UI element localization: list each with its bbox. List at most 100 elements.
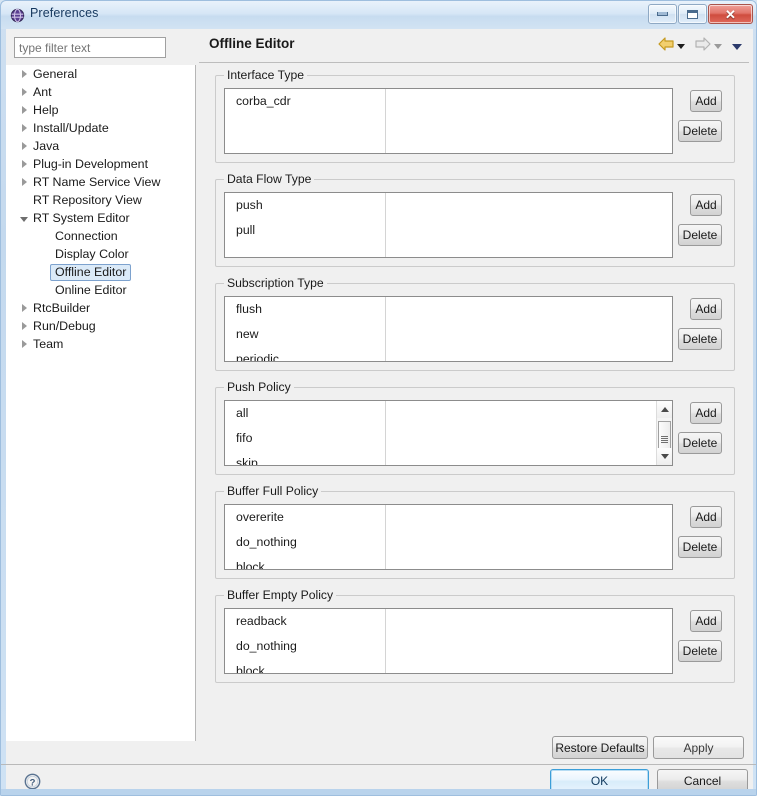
add-button[interactable]: Add [690,402,722,424]
sidebar-item-offline-editor[interactable]: Offline Editor [6,263,195,281]
dialog-body: General AntHelpInstall/UpdateJavaPlug-in … [6,29,753,764]
group-title: Data Flow Type [224,172,314,186]
sidebar-item-general[interactable]: General [6,65,195,83]
scroll-down-button[interactable] [657,448,672,465]
sidebar-item-label: RtcBuilder [32,301,90,315]
column-divider [385,505,386,569]
delete-button[interactable]: Delete [678,432,722,454]
grip-icon [661,436,668,443]
add-button[interactable]: Add [690,90,722,112]
add-button[interactable]: Add [690,194,722,216]
close-button[interactable]: ✕ [708,4,753,24]
chevron-right-icon[interactable] [16,106,32,114]
table-row[interactable]: readback [225,609,297,634]
chevron-right-icon[interactable] [16,70,32,78]
back-arrow-icon[interactable] [658,37,674,56]
sidebar-item-ant[interactable]: Ant [6,83,195,101]
delete-button[interactable]: Delete [678,224,722,246]
sidebar-item-online-editor[interactable]: Online Editor [6,281,195,299]
chevron-right-icon[interactable] [16,304,32,312]
back-history-chevron-down-icon[interactable] [677,44,685,49]
delete-button[interactable]: Delete [678,640,722,662]
sidebar-item-plug-in-development[interactable]: Plug-in Development [6,155,195,173]
list-table[interactable]: flushnewperiodic [224,296,673,362]
table-row[interactable]: skip [225,451,259,466]
list-table[interactable]: allfifoskipnew [224,400,673,466]
table-row[interactable]: flush [225,297,279,322]
chevron-right-icon[interactable] [16,124,32,132]
group-title: Buffer Empty Policy [224,588,336,602]
list-rows: corba_cdr [225,89,291,114]
sidebar-item-rt-system-editor[interactable]: RT System Editor [6,209,195,227]
chevron-right-icon[interactable] [16,178,32,186]
chevron-right-icon[interactable] [16,322,32,330]
close-icon: ✕ [725,8,736,21]
chevron-right-icon[interactable] [16,160,32,168]
group-title: Interface Type [224,68,307,82]
chevron-right-icon[interactable] [16,142,32,150]
sidebar-item-rtcbuilder[interactable]: RtcBuilder [6,299,195,317]
sidebar-item-label: General [32,67,77,81]
apply-button[interactable]: Apply [653,736,744,759]
delete-button[interactable]: Delete [678,536,722,558]
chevron-right-glyph [22,340,27,348]
add-button[interactable]: Add [690,506,722,528]
table-row[interactable]: pull [225,218,263,243]
sidebar-item-rt-repository-view[interactable]: RT Repository View [6,191,195,209]
chevron-right-glyph [22,70,27,78]
table-row[interactable]: do_nothing [225,530,297,555]
sidebar-item-java[interactable]: Java [6,137,195,155]
table-row[interactable]: block [225,555,297,570]
chevron-right-icon[interactable] [16,340,32,348]
table-row[interactable]: overerite [225,505,297,530]
sidebar-item-rt-name-service-view[interactable]: RT Name Service View [6,173,195,191]
list-table[interactable]: corba_cdr [224,88,673,154]
group-interface-type: Interface Typecorba_cdrAddDelete [215,75,735,163]
chevron-right-icon[interactable] [16,88,32,96]
vertical-scrollbar[interactable] [656,401,672,465]
minimize-icon [657,12,668,16]
scroll-up-button[interactable] [657,401,672,418]
chevron-down-icon[interactable] [16,214,32,222]
list-table[interactable]: overeritedo_nothingblock [224,504,673,570]
restore-defaults-button[interactable]: Restore Defaults [552,736,648,759]
table-row[interactable]: block [225,659,297,674]
page-nav-toolbar [658,37,742,56]
sidebar-item-display-color[interactable]: Display Color [6,245,195,263]
minimize-button[interactable] [648,4,677,24]
chevron-right-glyph [22,124,27,132]
list-rows: pushpull [225,193,263,243]
search-input[interactable] [14,37,166,58]
delete-button[interactable]: Delete [678,328,722,350]
view-menu-chevron-down-icon[interactable] [732,44,742,50]
table-row[interactable]: corba_cdr [225,89,291,114]
table-row[interactable]: all [225,401,259,426]
dialog-footer: ? OK Cancel [6,765,753,791]
sidebar-item-run-debug[interactable]: Run/Debug [6,317,195,335]
delete-button[interactable]: Delete [678,120,722,142]
sidebar-item-label: Run/Debug [32,319,96,333]
table-row[interactable]: fifo [225,426,259,451]
list-table[interactable]: pushpull [224,192,673,258]
table-row[interactable]: push [225,193,263,218]
preference-tree[interactable]: General AntHelpInstall/UpdateJavaPlug-in … [6,65,196,741]
list-table[interactable]: readbackdo_nothingblock [224,608,673,674]
column-divider [385,609,386,673]
table-row[interactable]: new [225,322,279,347]
sidebar-item-connection[interactable]: Connection [6,227,195,245]
title-bar[interactable]: Preferences ✕ [1,1,757,29]
sidebar-item-team[interactable]: Team [6,335,195,353]
sidebar-item-install-update[interactable]: Install/Update [6,119,195,137]
add-button[interactable]: Add [690,610,722,632]
preferences-window: Preferences ✕ General AntHelpInstall/Upda… [0,0,757,796]
column-divider [385,401,386,465]
sidebar-item-help[interactable]: Help [6,101,195,119]
add-button[interactable]: Add [690,298,722,320]
maximize-button[interactable] [678,4,707,24]
group-title: Subscription Type [224,276,327,290]
chevron-right-glyph [22,178,27,186]
chevron-right-glyph [22,160,27,168]
table-row[interactable]: do_nothing [225,634,297,659]
table-row[interactable]: periodic [225,347,279,362]
forward-arrow-icon [695,37,711,56]
